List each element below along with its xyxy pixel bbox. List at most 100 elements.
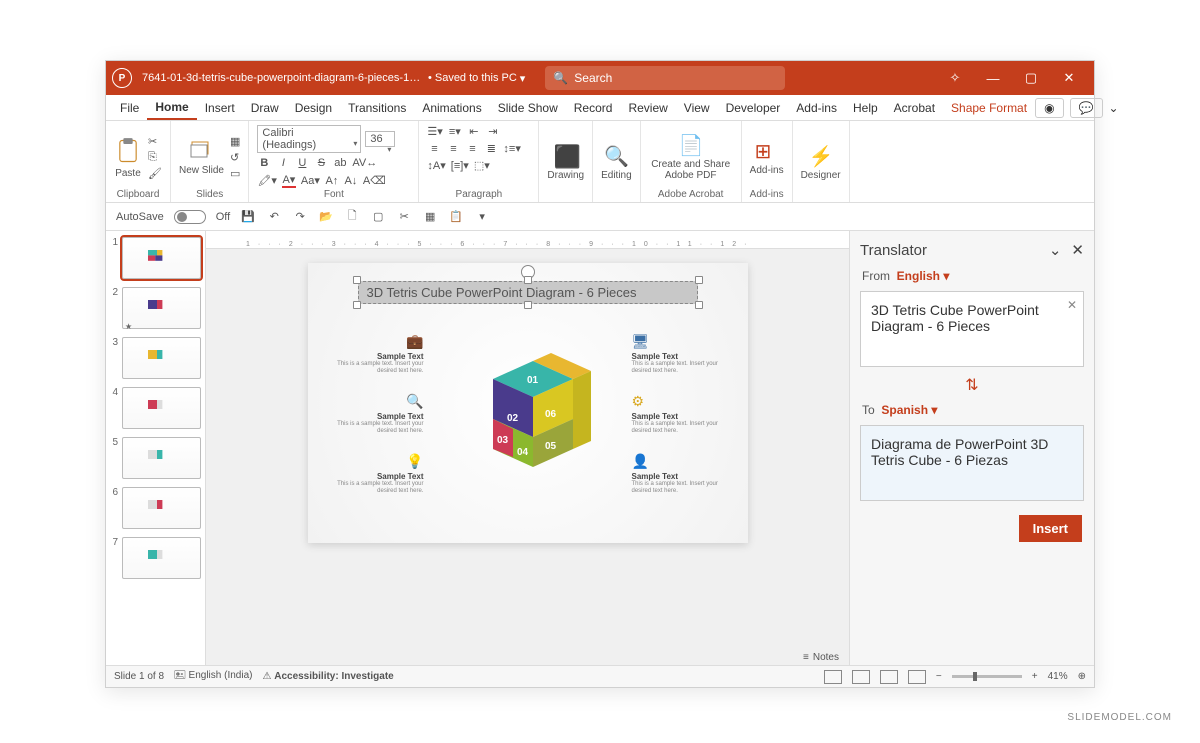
shadow-button[interactable]: ab xyxy=(333,157,347,169)
qat-new-slide[interactable]: ▢ xyxy=(370,210,386,223)
copy-button[interactable]: ⎘ xyxy=(148,151,162,164)
insert-button[interactable]: Insert xyxy=(1019,515,1082,542)
shrink-font-button[interactable]: A↓ xyxy=(344,173,358,188)
tab-transitions[interactable]: Transitions xyxy=(340,97,414,119)
tab-file[interactable]: File xyxy=(112,97,147,119)
underline-button[interactable]: U xyxy=(295,157,309,169)
search-input[interactable]: 🔍 Search xyxy=(545,66,785,90)
slide-stage[interactable]: 3D Tetris Cube PowerPoint Diagram - 6 Pi… xyxy=(206,249,849,665)
font-size-select[interactable]: 36 xyxy=(365,131,395,147)
layout-button[interactable]: ▦ xyxy=(230,135,240,148)
selection-handle[interactable] xyxy=(353,301,361,309)
tetris-cube-diagram[interactable]: 06 05 04 03 02 01 xyxy=(463,349,593,469)
text-direction-button[interactable]: ↕A▾ xyxy=(427,159,445,172)
qat-cut[interactable]: ✂ xyxy=(396,210,412,223)
format-painter-button[interactable]: 🖌 xyxy=(148,167,162,180)
addins-button[interactable]: ⊞ Add-ins xyxy=(750,139,784,176)
tab-shape-format[interactable]: Shape Format xyxy=(943,97,1035,119)
tab-developer[interactable]: Developer xyxy=(718,97,789,119)
sorter-view-button[interactable] xyxy=(852,670,870,684)
undo-button[interactable]: ↶ xyxy=(266,210,282,223)
tab-slideshow[interactable]: Slide Show xyxy=(490,97,566,119)
collapse-ribbon-button[interactable]: ⌄ xyxy=(1109,101,1119,115)
thumbnail-1[interactable]: 1 xyxy=(110,237,201,279)
tab-addins[interactable]: Add-ins xyxy=(788,97,845,119)
selection-handle[interactable] xyxy=(695,276,703,284)
numbering-button[interactable]: ≡▾ xyxy=(448,125,462,138)
redo-button[interactable]: ↷ xyxy=(292,210,308,223)
from-language-select[interactable]: English ▾ xyxy=(897,269,950,283)
to-language-select[interactable]: Spanish ▾ xyxy=(881,403,937,417)
drawing-button[interactable]: ⬛ Drawing xyxy=(547,144,584,181)
swap-languages-button[interactable]: ⇅ xyxy=(850,371,1094,399)
cut-button[interactable]: ✂ xyxy=(148,135,162,148)
bold-button[interactable]: B xyxy=(257,157,271,169)
clear-source-button[interactable]: ✕ xyxy=(1067,298,1077,312)
tab-draw[interactable]: Draw xyxy=(243,97,287,119)
thumbnail-4[interactable]: 4 xyxy=(110,387,201,429)
tab-home[interactable]: Home xyxy=(147,96,196,120)
smartart-button[interactable]: ⬚▾ xyxy=(474,159,490,172)
tab-view[interactable]: View xyxy=(676,97,718,119)
accessibility-status[interactable]: ⚠ Accessibility: Investigate xyxy=(262,671,393,682)
tab-review[interactable]: Review xyxy=(620,97,675,119)
source-text-box[interactable]: 3D Tetris Cube PowerPoint Diagram - 6 Pi… xyxy=(860,291,1084,367)
justify-button[interactable]: ≣ xyxy=(484,142,498,155)
autosave-toggle[interactable] xyxy=(174,210,206,224)
close-button[interactable]: ✕ xyxy=(1050,61,1088,95)
thumbnail-5[interactable]: 5 xyxy=(110,437,201,479)
indent-inc-button[interactable]: ⇥ xyxy=(486,125,500,138)
change-case-button[interactable]: Aa▾ xyxy=(301,173,320,188)
thumbnail-3[interactable]: 3 xyxy=(110,337,201,379)
tab-help[interactable]: Help xyxy=(845,97,886,119)
reading-view-button[interactable] xyxy=(880,670,898,684)
slide-canvas[interactable]: 3D Tetris Cube PowerPoint Diagram - 6 Pi… xyxy=(308,263,748,543)
file-name[interactable]: 7641-01-3d-tetris-cube-powerpoint-diagra… xyxy=(142,72,422,84)
grow-font-button[interactable]: A↑ xyxy=(325,173,339,188)
paste-button[interactable]: Paste xyxy=(114,136,142,179)
tab-design[interactable]: Design xyxy=(287,97,340,119)
tab-record[interactable]: Record xyxy=(566,97,621,119)
adobe-pdf-button[interactable]: 📄 Create and Share Adobe PDF xyxy=(649,133,733,181)
highlight-button[interactable]: 🖍▾ xyxy=(257,173,277,188)
align-right-button[interactable]: ≡ xyxy=(465,142,479,155)
section-button[interactable]: ▭ xyxy=(230,167,240,180)
zoom-level[interactable]: 41% xyxy=(1048,671,1068,682)
comments-button[interactable]: 💬 xyxy=(1070,98,1103,118)
new-button[interactable]: 🗋 xyxy=(344,207,360,226)
selection-handle[interactable] xyxy=(524,301,532,309)
notes-toggle[interactable]: ≡ Notes xyxy=(799,650,843,665)
slide-count[interactable]: Slide 1 of 8 xyxy=(114,671,164,682)
normal-view-button[interactable] xyxy=(824,670,842,684)
line-spacing-button[interactable]: ↕≡▾ xyxy=(503,142,520,155)
selection-handle[interactable] xyxy=(695,301,703,309)
editing-button[interactable]: 🔍 Editing xyxy=(601,144,632,181)
zoom-out-button[interactable]: − xyxy=(936,671,942,682)
strike-button[interactable]: S xyxy=(314,157,328,169)
tab-acrobat[interactable]: Acrobat xyxy=(886,97,943,119)
open-button[interactable]: 📂 xyxy=(318,210,334,223)
fit-to-window-button[interactable]: ⊕ xyxy=(1078,671,1086,682)
slide-thumbnails[interactable]: 1 2★ 3 4 5 6 7 xyxy=(106,231,206,665)
save-button[interactable]: 💾 xyxy=(240,210,256,223)
indent-dec-button[interactable]: ⇤ xyxy=(467,125,481,138)
clear-format-button[interactable]: A⌫ xyxy=(363,173,386,188)
maximize-button[interactable]: ▢ xyxy=(1012,61,1050,95)
align-text-button[interactable]: [≡]▾ xyxy=(451,159,469,172)
designer-button[interactable]: ⚡ Designer xyxy=(801,144,841,181)
record-button[interactable]: ◉ xyxy=(1035,98,1063,118)
italic-button[interactable]: I xyxy=(276,157,290,169)
pane-options-button[interactable]: ⌄ xyxy=(1049,241,1062,259)
thumbnail-2[interactable]: 2★ xyxy=(110,287,201,329)
thumbnail-6[interactable]: 6 xyxy=(110,487,201,529)
save-status[interactable]: • Saved to this PC ▾ xyxy=(428,72,525,85)
new-slide-button[interactable]: New Slide xyxy=(179,139,224,176)
minimize-button[interactable]: — xyxy=(974,61,1012,95)
align-left-button[interactable]: ≡ xyxy=(427,142,441,155)
pane-close-button[interactable]: ✕ xyxy=(1071,241,1084,259)
bullets-button[interactable]: ☰▾ xyxy=(427,125,442,138)
qat-paste[interactable]: 📋 xyxy=(448,210,464,223)
qat-table[interactable]: ▦ xyxy=(422,210,438,223)
align-center-button[interactable]: ≡ xyxy=(446,142,460,155)
selection-handle[interactable] xyxy=(353,276,361,284)
